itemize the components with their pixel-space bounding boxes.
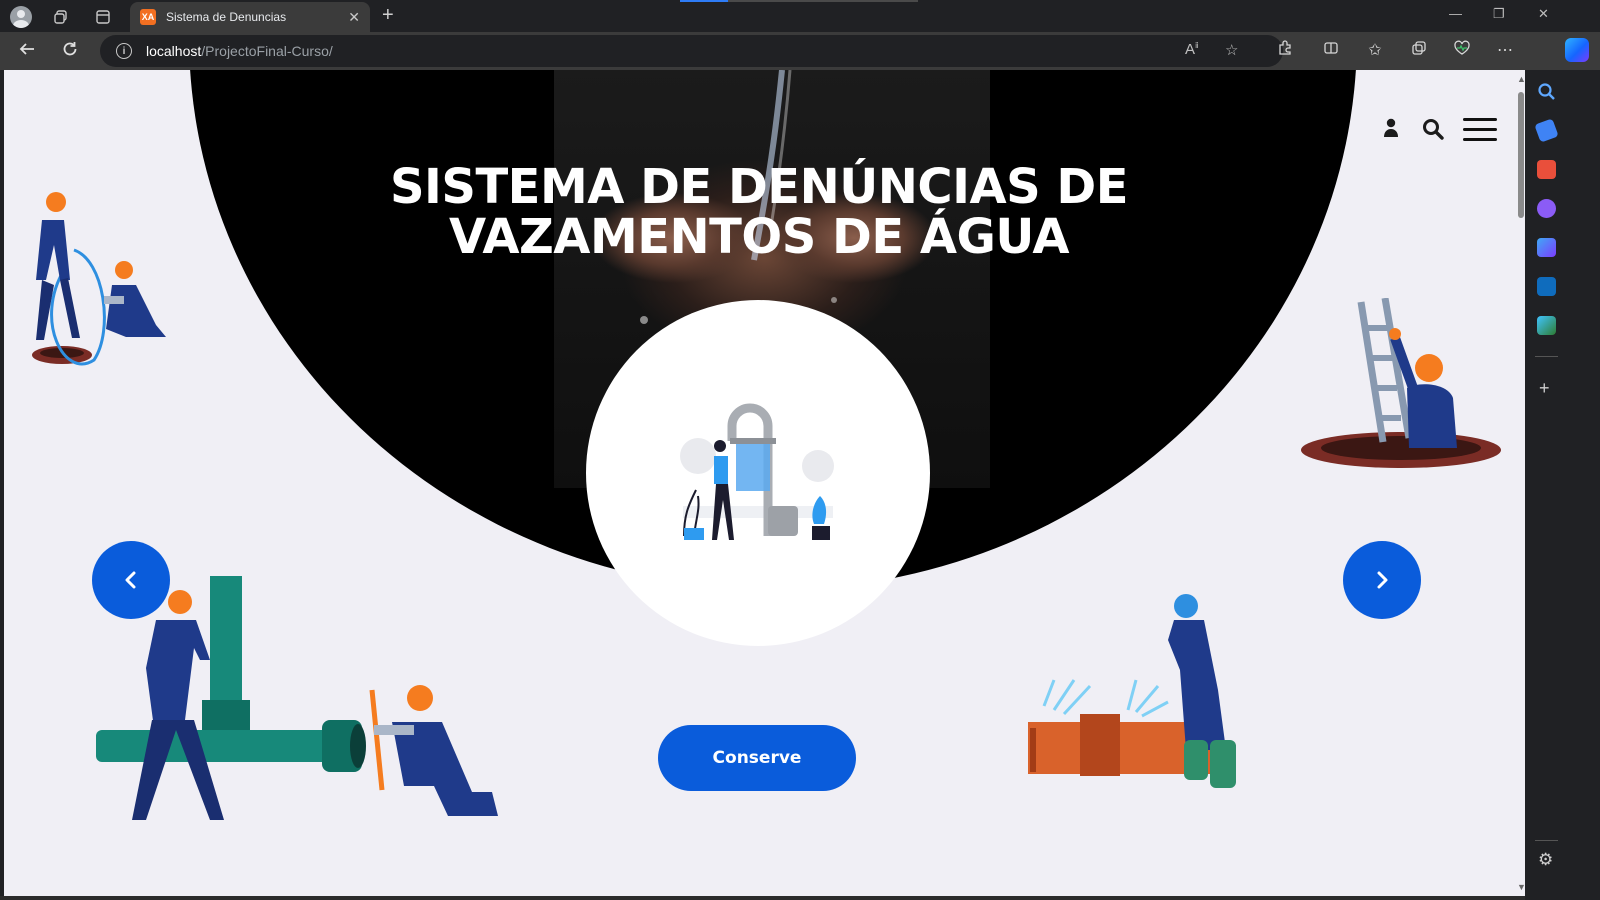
worker-ladder-illustration (1301, 298, 1501, 468)
sidebar-add-icon[interactable]: + (1539, 378, 1550, 399)
favicon-icon: XA (140, 9, 156, 25)
browser-tab-bar: XA Sistema de Denuncias ✕ + — ❐ ✕ (0, 0, 1600, 32)
tab-actions-icon[interactable] (92, 6, 114, 28)
favorites-icon[interactable]: ✩ (1364, 40, 1386, 60)
sidebar-microsoft365-icon[interactable] (1537, 238, 1556, 257)
menu-icon[interactable] (1463, 118, 1497, 142)
scrollbar-thumb[interactable] (1518, 92, 1524, 218)
window-bottom-edge (0, 896, 1525, 900)
site-info-icon[interactable]: i (116, 43, 132, 59)
worker-leak-illustration (1028, 594, 1236, 788)
sidebar-divider-bottom (1535, 840, 1558, 841)
conserve-button[interactable]: Conserve (658, 725, 856, 791)
tab-close-icon[interactable]: ✕ (348, 9, 360, 26)
profile-icon[interactable] (10, 6, 32, 28)
browser-essentials-icon[interactable] (1451, 40, 1473, 61)
collections-icon[interactable] (1408, 40, 1430, 61)
url-host: localhost (146, 43, 202, 59)
carousel-next-button[interactable] (1343, 541, 1421, 619)
extensions-icon[interactable] (1274, 40, 1296, 61)
back-arrow-icon[interactable] (15, 40, 39, 63)
sidebar-games-icon[interactable] (1537, 199, 1556, 218)
sidebar-outlook-icon[interactable] (1537, 277, 1556, 296)
new-tab-button[interactable]: + (382, 4, 394, 27)
reload-icon[interactable] (58, 40, 82, 63)
user-icon[interactable] (1382, 118, 1400, 138)
minimize-button[interactable]: — (1449, 6, 1462, 21)
more-options-icon[interactable]: ⋯ (1494, 40, 1516, 60)
sidebar-divider (1535, 356, 1558, 357)
search-icon[interactable] (1422, 118, 1444, 140)
tab-strip-indicator-secondary (728, 0, 918, 2)
url-path: /ProjectoFinal-Curso/ (201, 43, 333, 59)
workers-hose-illustration (32, 192, 166, 366)
tab-title: Sistema de Denuncias (166, 10, 287, 24)
workers-pipe-illustration (96, 576, 498, 820)
favorite-star-icon[interactable]: ☆ (1225, 41, 1238, 59)
faucet-illustration (668, 386, 848, 546)
edge-sidebar: + ⚙ (1525, 70, 1568, 900)
tab-strip-indicator (680, 0, 728, 2)
copilot-icon[interactable] (1565, 38, 1589, 62)
sidebar-tools-icon[interactable] (1537, 160, 1556, 179)
browser-toolbar: i localhost/ProjectoFinal-Curso/ Aⅱ ☆ ✩ … (0, 32, 1600, 70)
read-aloud-icon[interactable]: Aⅱ (1185, 41, 1199, 58)
window-close-button[interactable]: ✕ (1538, 6, 1549, 22)
page-viewport: SISTEMA DE DENÚNCIAS DE VAZAMENTOS DE ÁG… (4, 70, 1542, 896)
sidebar-shopping-icon[interactable] (1534, 118, 1559, 143)
sidebar-search-icon[interactable] (1537, 82, 1556, 101)
sidebar-settings-icon[interactable]: ⚙ (1538, 850, 1553, 870)
address-bar[interactable]: i localhost/ProjectoFinal-Curso/ (100, 35, 1283, 67)
split-screen-icon[interactable] (1320, 40, 1342, 61)
tab-sistema-de-denuncias[interactable]: XA Sistema de Denuncias ✕ (130, 2, 370, 32)
page-title: SISTEMA DE DENÚNCIAS DE VAZAMENTOS DE ÁG… (389, 159, 1129, 265)
workspaces-icon[interactable] (50, 6, 72, 28)
sidebar-drop-icon[interactable] (1537, 316, 1556, 335)
restore-button[interactable]: ❐ (1493, 6, 1505, 22)
chevron-right-icon (1377, 571, 1388, 589)
